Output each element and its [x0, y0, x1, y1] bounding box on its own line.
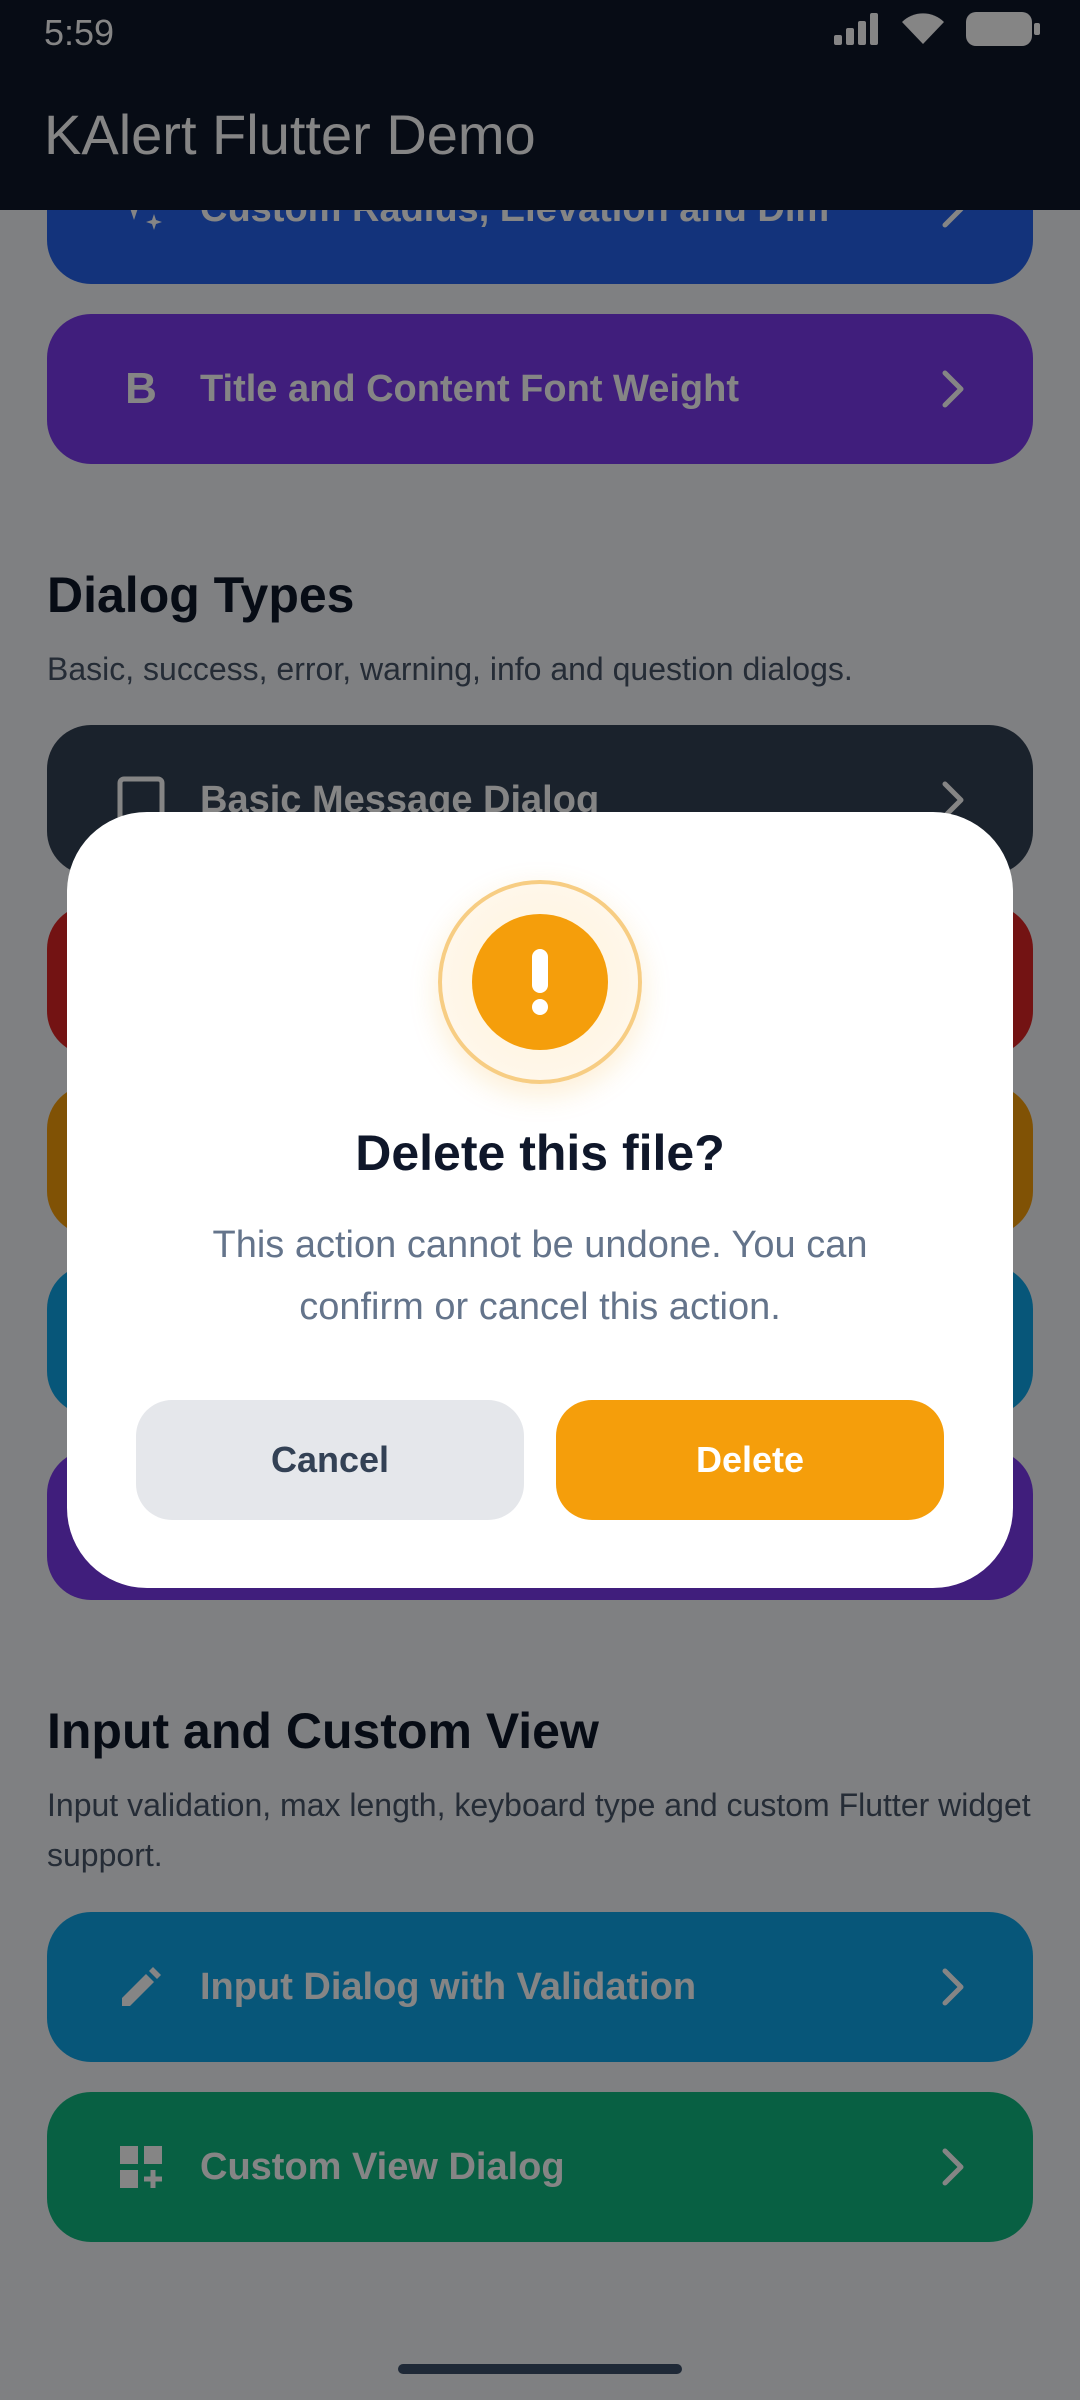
delete-button[interactable]: Delete — [556, 1400, 944, 1520]
screen: 5:59 KAlert Flutter Demo B Title and Con… — [0, 0, 1080, 2400]
cancel-button[interactable]: Cancel — [136, 1400, 524, 1520]
exclamation-icon — [472, 914, 608, 1050]
dialog-content: This action cannot be undone. You can co… — [212, 1224, 868, 1328]
warning-icon-halo — [438, 880, 642, 1084]
home-indicator[interactable] — [398, 2364, 682, 2374]
alert-dialog: Delete this file? This action cannot be … — [67, 812, 1013, 1588]
dialog-title: Delete this file? — [355, 1125, 725, 1181]
